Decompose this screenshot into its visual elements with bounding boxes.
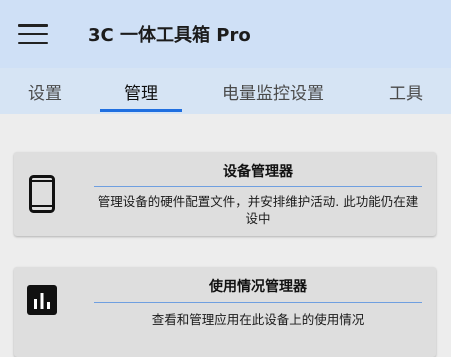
tab-manage[interactable]: 管理 xyxy=(100,68,182,114)
tab-bar: 设置 管理 电量监控设置 工具 xyxy=(0,68,451,114)
device-manager-card[interactable]: 设备管理器 管理设备的硬件配置文件，并安排维护活动. 此功能仍在建设中 xyxy=(14,152,436,236)
app-title: 3C 一体工具箱 Pro xyxy=(88,25,251,46)
app-bar: 3C 一体工具箱 Pro xyxy=(0,0,451,68)
tab-settings[interactable]: 设置 xyxy=(0,68,90,114)
smartphone-icon xyxy=(29,175,55,217)
card-divider xyxy=(94,302,422,303)
card-description: 查看和管理应用在此设备上的使用情况 xyxy=(151,312,365,327)
usage-manager-card[interactable]: 使用情况管理器 查看和管理应用在此设备上的使用情况 xyxy=(14,267,436,357)
card-description: 管理设备的硬件配置文件，并安排维护活动. 此功能仍在建设中 xyxy=(97,194,419,226)
bar-chart-icon xyxy=(27,285,57,319)
card-divider xyxy=(94,186,422,187)
card-title: 设备管理器 xyxy=(223,164,293,180)
card-title: 使用情况管理器 xyxy=(209,279,307,295)
active-tab-indicator xyxy=(100,109,182,112)
tab-battery-monitor-settings[interactable]: 电量监控设置 xyxy=(200,68,346,114)
tab-tools[interactable]: 工具 xyxy=(372,68,440,114)
hamburger-menu-icon[interactable] xyxy=(18,22,48,46)
